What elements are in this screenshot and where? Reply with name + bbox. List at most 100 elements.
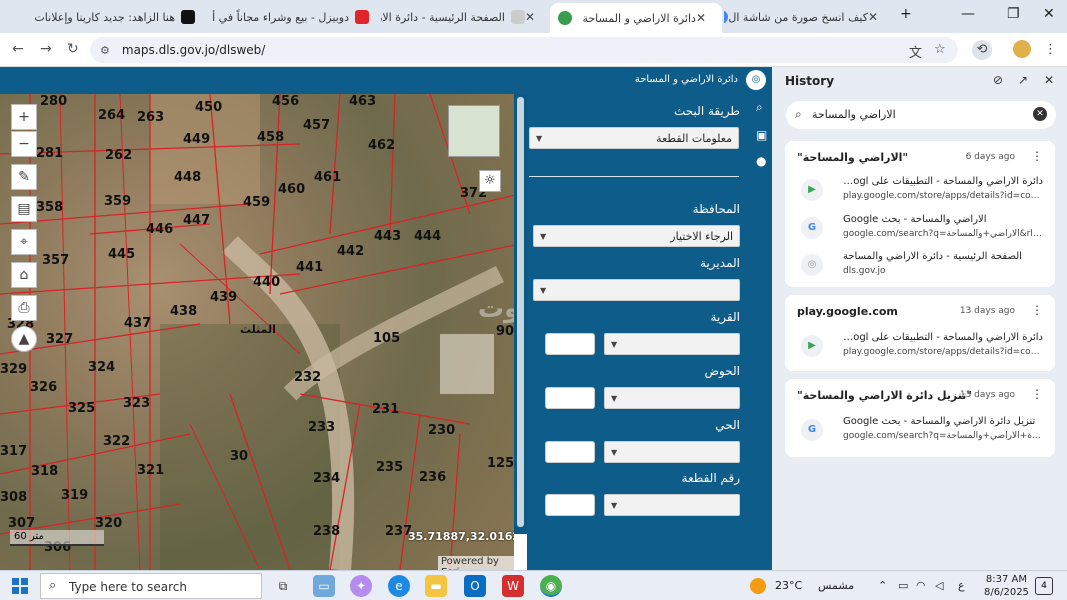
new-tab-button[interactable]: + bbox=[900, 6, 912, 22]
entry-url: google.com/search?q=الاراضي+والمساحة&rlz… bbox=[843, 229, 1043, 239]
windows-start-icon[interactable] bbox=[12, 578, 28, 594]
parcel-label: 329 bbox=[0, 362, 28, 377]
site-info-icon[interactable]: ⚙ bbox=[100, 44, 110, 57]
translate-icon[interactable]: 文 bbox=[909, 42, 922, 61]
forward-icon[interactable]: → bbox=[40, 41, 52, 57]
powered-by[interactable]: Powered by Esri bbox=[438, 556, 514, 570]
file-explorer-icon[interactable]: ▬ bbox=[425, 575, 447, 597]
print-icon[interactable]: ⎙ bbox=[11, 295, 37, 321]
wps-icon[interactable]: W bbox=[502, 575, 524, 597]
volume-icon[interactable]: ◁ bbox=[935, 579, 943, 592]
bookmark-star-icon[interactable]: ☆ bbox=[934, 42, 946, 57]
close-window-icon[interactable]: ✕ bbox=[1043, 6, 1055, 22]
close-icon[interactable]: ✕ bbox=[868, 10, 878, 24]
taskbar-search-input[interactable]: ⌕ Type here to search bbox=[40, 573, 262, 599]
history-entry[interactable]: G تنزيل دائرة الاراضي والمساحة - بحث Goo… bbox=[797, 413, 1047, 447]
more-options-icon[interactable]: ⋮ bbox=[1031, 303, 1043, 317]
basin-select[interactable]: ▼ bbox=[604, 387, 740, 409]
directorate-select[interactable]: ▼ bbox=[533, 279, 740, 301]
history-icon[interactable]: ⟲ bbox=[972, 40, 992, 60]
reload-icon[interactable]: ↻ bbox=[67, 41, 79, 57]
zoom-out-button[interactable]: − bbox=[11, 131, 37, 157]
search-panel: طريقة البحث معلومات القطعة ▼ المحافظة ال… bbox=[527, 94, 752, 570]
google-icon: G bbox=[801, 217, 823, 239]
north-arrow-icon[interactable]: ▲ bbox=[11, 326, 37, 352]
tab-active[interactable]: ✕ دائرة الاراضي و المساحة bbox=[550, 3, 722, 33]
language-indicator[interactable]: ع bbox=[958, 579, 965, 592]
measure-icon[interactable]: ▤ bbox=[11, 196, 37, 222]
panel-sidestrip: ⌕ ▣ ● bbox=[752, 94, 772, 570]
parcel-label: 30 bbox=[230, 449, 249, 464]
tab-5[interactable]: ✕ كيف انسخ صورة من شاشة ال bbox=[724, 4, 894, 30]
scroll-thumb[interactable] bbox=[517, 97, 524, 527]
village-select[interactable]: ▼ bbox=[604, 333, 740, 355]
task-view-icon[interactable]: ⧉ bbox=[272, 575, 294, 597]
wifi-icon[interactable]: ◠ bbox=[916, 579, 926, 592]
history-entry[interactable]: ▶ دائرة الاراضي والمساحة - التطبيقات على… bbox=[797, 329, 1047, 363]
tab-2[interactable]: دوبيزل - بيع وشراء مجاناً في أ bbox=[207, 4, 377, 30]
weather-sun-icon[interactable] bbox=[750, 578, 766, 594]
outlook-icon[interactable]: O bbox=[464, 575, 486, 597]
parcel-label: 262 bbox=[105, 148, 133, 163]
governorate-label: المحافظة bbox=[692, 202, 740, 216]
overview-map[interactable] bbox=[448, 105, 500, 157]
parcel-number-select[interactable]: ▼ bbox=[604, 494, 740, 516]
basemap-toggle-icon[interactable]: ☼ bbox=[479, 170, 501, 192]
zoom-in-button[interactable]: + bbox=[11, 104, 37, 130]
search-method-select[interactable]: معلومات القطعة ▼ bbox=[529, 127, 739, 149]
draw-tool-icon[interactable]: ✎ bbox=[11, 164, 37, 190]
parcel-map[interactable]: 280 264 263 450 456 463 281 262 449 458 … bbox=[0, 94, 514, 570]
weather-text[interactable]: مشمس bbox=[818, 579, 854, 592]
address-bar[interactable]: ⚙ maps.dls.gov.jo/dlsweb/ bbox=[90, 37, 958, 63]
locate-icon[interactable]: ⌖ bbox=[11, 229, 37, 255]
basin-label: الحوض bbox=[704, 364, 740, 378]
clear-search-icon[interactable]: ✕ bbox=[1033, 107, 1047, 121]
scale-text: 60 متر bbox=[14, 531, 44, 542]
history-entry[interactable]: ▶ دائرة الاراضي والمساحة - التطبيقات على… bbox=[797, 173, 1047, 207]
parcel-label: 236 bbox=[419, 470, 447, 485]
panel-scrollbar[interactable] bbox=[514, 94, 527, 534]
group-time: 6 days ago bbox=[965, 152, 1015, 162]
tab-1[interactable]: هنا الزاهد: جديد كارينا وإعلانات bbox=[28, 4, 203, 30]
profile-avatar[interactable] bbox=[1013, 40, 1031, 58]
parcel-label: 357 bbox=[42, 253, 70, 268]
close-icon[interactable]: ✕ bbox=[1044, 73, 1054, 87]
more-options-icon[interactable]: ⋮ bbox=[1031, 387, 1043, 401]
location-pin-icon[interactable]: ● bbox=[756, 154, 766, 168]
chevron-down-icon: ▼ bbox=[611, 447, 618, 457]
minimize-icon[interactable]: — bbox=[961, 6, 975, 22]
layers-icon[interactable]: ▣ bbox=[756, 128, 767, 142]
close-icon[interactable]: ✕ bbox=[525, 10, 535, 24]
governorate-select[interactable]: الرجاء الاختيار ▼ bbox=[533, 225, 740, 247]
history-entry[interactable]: ◎ الصفحة الرئيسية - دائرة الاراضي والمسا… bbox=[797, 248, 1047, 282]
tab-3[interactable]: ✕ الصفحة الرئيسية - دائرة الارا bbox=[381, 4, 551, 30]
restore-icon[interactable]: ❐ bbox=[1007, 6, 1020, 22]
history-search-input[interactable]: ⌕ الاراضي والمساحة ✕ bbox=[786, 101, 1056, 129]
weather-temp[interactable]: 23°C bbox=[775, 579, 802, 592]
menu-icon[interactable]: ⋮ bbox=[1044, 42, 1057, 57]
home-icon[interactable]: ⌂ bbox=[11, 262, 37, 288]
parcel-label: 457 bbox=[303, 118, 331, 133]
neighborhood-select[interactable]: ▼ bbox=[604, 441, 740, 463]
search-icon[interactable]: ⌕ bbox=[756, 100, 763, 115]
parcel-label: 449 bbox=[183, 132, 211, 147]
chrome-icon[interactable]: ◉ bbox=[540, 575, 562, 597]
parcel-label: 308 bbox=[0, 490, 28, 505]
network-icon[interactable]: ▭ bbox=[898, 579, 908, 592]
clock[interactable]: 8:37 AM 8/6/2025 bbox=[984, 573, 1029, 599]
more-options-icon[interactable]: ⋮ bbox=[1031, 149, 1043, 163]
history-entry[interactable]: G الاراضي والمساحة - بحث Google google.c… bbox=[797, 211, 1047, 245]
widgets-icon[interactable]: ▭ bbox=[313, 575, 335, 597]
copilot-icon[interactable]: ✦ bbox=[350, 575, 372, 597]
edge-icon[interactable]: e bbox=[388, 575, 410, 597]
close-icon[interactable]: ✕ bbox=[696, 11, 706, 25]
parcel-number-input[interactable] bbox=[545, 494, 595, 516]
neighborhood-code-input[interactable] bbox=[545, 441, 595, 463]
basin-code-input[interactable] bbox=[545, 387, 595, 409]
village-code-input[interactable] bbox=[545, 333, 595, 355]
unpin-icon[interactable]: ⊘ bbox=[993, 73, 1003, 87]
back-icon[interactable]: ← bbox=[12, 41, 24, 57]
notifications-badge[interactable]: 4 bbox=[1035, 577, 1053, 595]
chevron-up-icon[interactable]: ⌃ bbox=[878, 579, 887, 592]
open-in-new-icon[interactable]: ↗ bbox=[1018, 73, 1028, 87]
